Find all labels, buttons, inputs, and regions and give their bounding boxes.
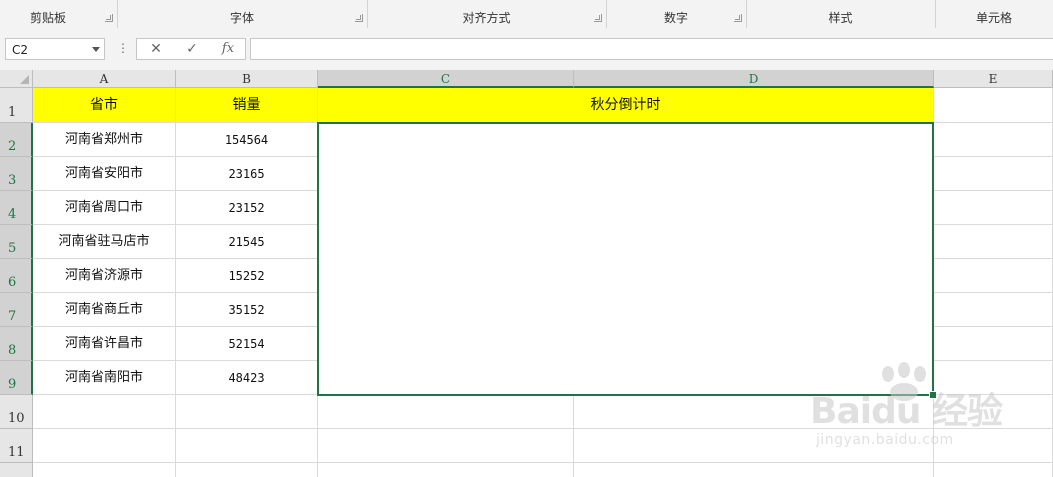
row-number: 3 xyxy=(8,173,17,188)
cell-empty[interactable] xyxy=(176,463,318,477)
cell-empty[interactable] xyxy=(318,463,574,477)
cell-city[interactable]: 河南省济源市 xyxy=(33,259,176,293)
cell-a1[interactable]: 省市 xyxy=(33,88,176,123)
cell-e[interactable] xyxy=(934,259,1053,293)
ribbon-group-label: 数字 xyxy=(663,11,688,25)
cancel-icon[interactable]: ✕ xyxy=(139,39,173,59)
merged-selection-c2-d9[interactable] xyxy=(317,122,934,396)
row-number: 2 xyxy=(8,139,17,154)
row-header-6[interactable]: 6 xyxy=(0,259,33,293)
cell-city[interactable]: 河南省南阳市 xyxy=(33,361,176,395)
chevron-down-icon[interactable] xyxy=(92,47,100,52)
row-header-11[interactable]: 11 xyxy=(0,429,33,463)
ribbon-group-labels: 剪贴板 字体 对齐方式 数字 样式 单元格 xyxy=(0,0,1053,29)
row-number: 9 xyxy=(8,377,17,392)
row-header-1[interactable]: 1 xyxy=(0,88,33,123)
cell-sales[interactable]: 48423 xyxy=(176,361,318,395)
row-number: 7 xyxy=(8,309,17,324)
watermark-brand: Baidu 经验 xyxy=(810,391,1003,432)
cell-sales[interactable]: 21545 xyxy=(176,225,318,259)
cell-sales[interactable]: 15252 xyxy=(176,259,318,293)
column-header-c[interactable]: C xyxy=(318,70,574,88)
row-number: 10 xyxy=(8,411,25,426)
cell-sales[interactable]: 23165 xyxy=(176,157,318,191)
column-header-a[interactable]: A xyxy=(33,70,176,88)
formula-buttons: ✕ ✓ fx xyxy=(136,38,246,60)
dialog-launcher-icon[interactable] xyxy=(594,14,602,22)
ribbon-group-styles: 样式 xyxy=(746,0,936,28)
row-number: 6 xyxy=(8,275,17,290)
row-number: 1 xyxy=(8,105,17,120)
row-header-4[interactable]: 4 xyxy=(0,191,33,225)
ribbon-group-label: 样式 xyxy=(828,11,853,25)
row-number: 4 xyxy=(8,207,17,222)
cell-empty[interactable] xyxy=(318,395,574,429)
more-options-icon[interactable]: ⋮ xyxy=(117,41,129,57)
column-header-d[interactable]: D xyxy=(574,70,934,88)
ribbon-group-number: 数字 xyxy=(606,0,747,28)
cell-e[interactable] xyxy=(934,123,1053,157)
cell-b1[interactable]: 销量 xyxy=(176,88,318,123)
ribbon-group-font: 字体 xyxy=(117,0,368,28)
ribbon-group-label: 单元格 xyxy=(975,11,1012,25)
dialog-launcher-icon[interactable] xyxy=(105,14,113,22)
ribbon-group-clipboard: 剪贴板 xyxy=(0,0,118,28)
row-header-2[interactable]: 2 xyxy=(0,123,33,157)
cell-city[interactable]: 河南省许昌市 xyxy=(33,327,176,361)
cell-e[interactable] xyxy=(934,293,1053,327)
cell-sales[interactable]: 23152 xyxy=(176,191,318,225)
cell-empty[interactable] xyxy=(574,463,934,477)
column-header-e[interactable]: E xyxy=(934,70,1053,88)
cell-empty[interactable] xyxy=(176,429,318,463)
cell-e[interactable] xyxy=(934,157,1053,191)
select-all-button[interactable] xyxy=(0,70,33,88)
cell-empty[interactable] xyxy=(33,429,176,463)
cell-empty[interactable] xyxy=(318,429,574,463)
ribbon-group-alignment: 对齐方式 xyxy=(367,0,607,28)
row-number: 8 xyxy=(8,343,17,358)
ribbon-group-label: 剪贴板 xyxy=(30,11,67,25)
ribbon-group-label: 对齐方式 xyxy=(462,11,511,25)
formula-bar: C2 ⋮ ✕ ✓ fx xyxy=(0,28,1053,70)
cell-e1[interactable] xyxy=(934,88,1053,123)
cell-empty[interactable] xyxy=(934,463,1053,477)
row-number: 11 xyxy=(8,445,25,460)
cell-sales[interactable]: 52154 xyxy=(176,327,318,361)
cell-city[interactable]: 河南省安阳市 xyxy=(33,157,176,191)
dialog-launcher-icon[interactable] xyxy=(355,14,363,22)
row-header-7[interactable]: 7 xyxy=(0,293,33,327)
cell-c1-merged[interactable]: 秋分倒计时 xyxy=(318,88,934,123)
row-header-9[interactable]: 9 xyxy=(0,361,33,395)
watermark-url: jingyan.baidu.com xyxy=(816,432,954,448)
cell-city[interactable]: 河南省郑州市 xyxy=(33,123,176,157)
name-box[interactable]: C2 xyxy=(5,38,105,60)
cell-empty[interactable] xyxy=(33,463,176,477)
cell-city[interactable]: 河南省商丘市 xyxy=(33,293,176,327)
baidu-watermark: Baidu 经验 jingyan.baidu.com xyxy=(810,362,1050,462)
dialog-launcher-icon[interactable] xyxy=(734,14,742,22)
cell-empty[interactable] xyxy=(33,395,176,429)
cell-sales[interactable]: 35152 xyxy=(176,293,318,327)
row-header-5[interactable]: 5 xyxy=(0,225,33,259)
row-header-3[interactable]: 3 xyxy=(0,157,33,191)
cell-e[interactable] xyxy=(934,327,1053,361)
cell-sales[interactable]: 154564 xyxy=(176,123,318,157)
insert-function-icon[interactable]: fx xyxy=(211,39,245,59)
cell-city[interactable]: 河南省周口市 xyxy=(33,191,176,225)
ribbon-group-cells: 单元格 xyxy=(935,0,1053,28)
row-header-10[interactable]: 10 xyxy=(0,395,33,429)
name-box-value: C2 xyxy=(12,43,29,57)
enter-icon[interactable]: ✓ xyxy=(175,39,209,59)
column-header-b[interactable]: B xyxy=(176,70,318,88)
cell-e[interactable] xyxy=(934,225,1053,259)
row-header-8[interactable]: 8 xyxy=(0,327,33,361)
formula-input[interactable] xyxy=(250,38,1053,60)
ribbon-group-label: 字体 xyxy=(229,11,254,25)
row-header-12[interactable] xyxy=(0,463,33,477)
cell-empty[interactable] xyxy=(176,395,318,429)
cell-e[interactable] xyxy=(934,191,1053,225)
select-all-icon xyxy=(20,75,29,84)
cell-city[interactable]: 河南省驻马店市 xyxy=(33,225,176,259)
row-number: 5 xyxy=(8,241,17,256)
